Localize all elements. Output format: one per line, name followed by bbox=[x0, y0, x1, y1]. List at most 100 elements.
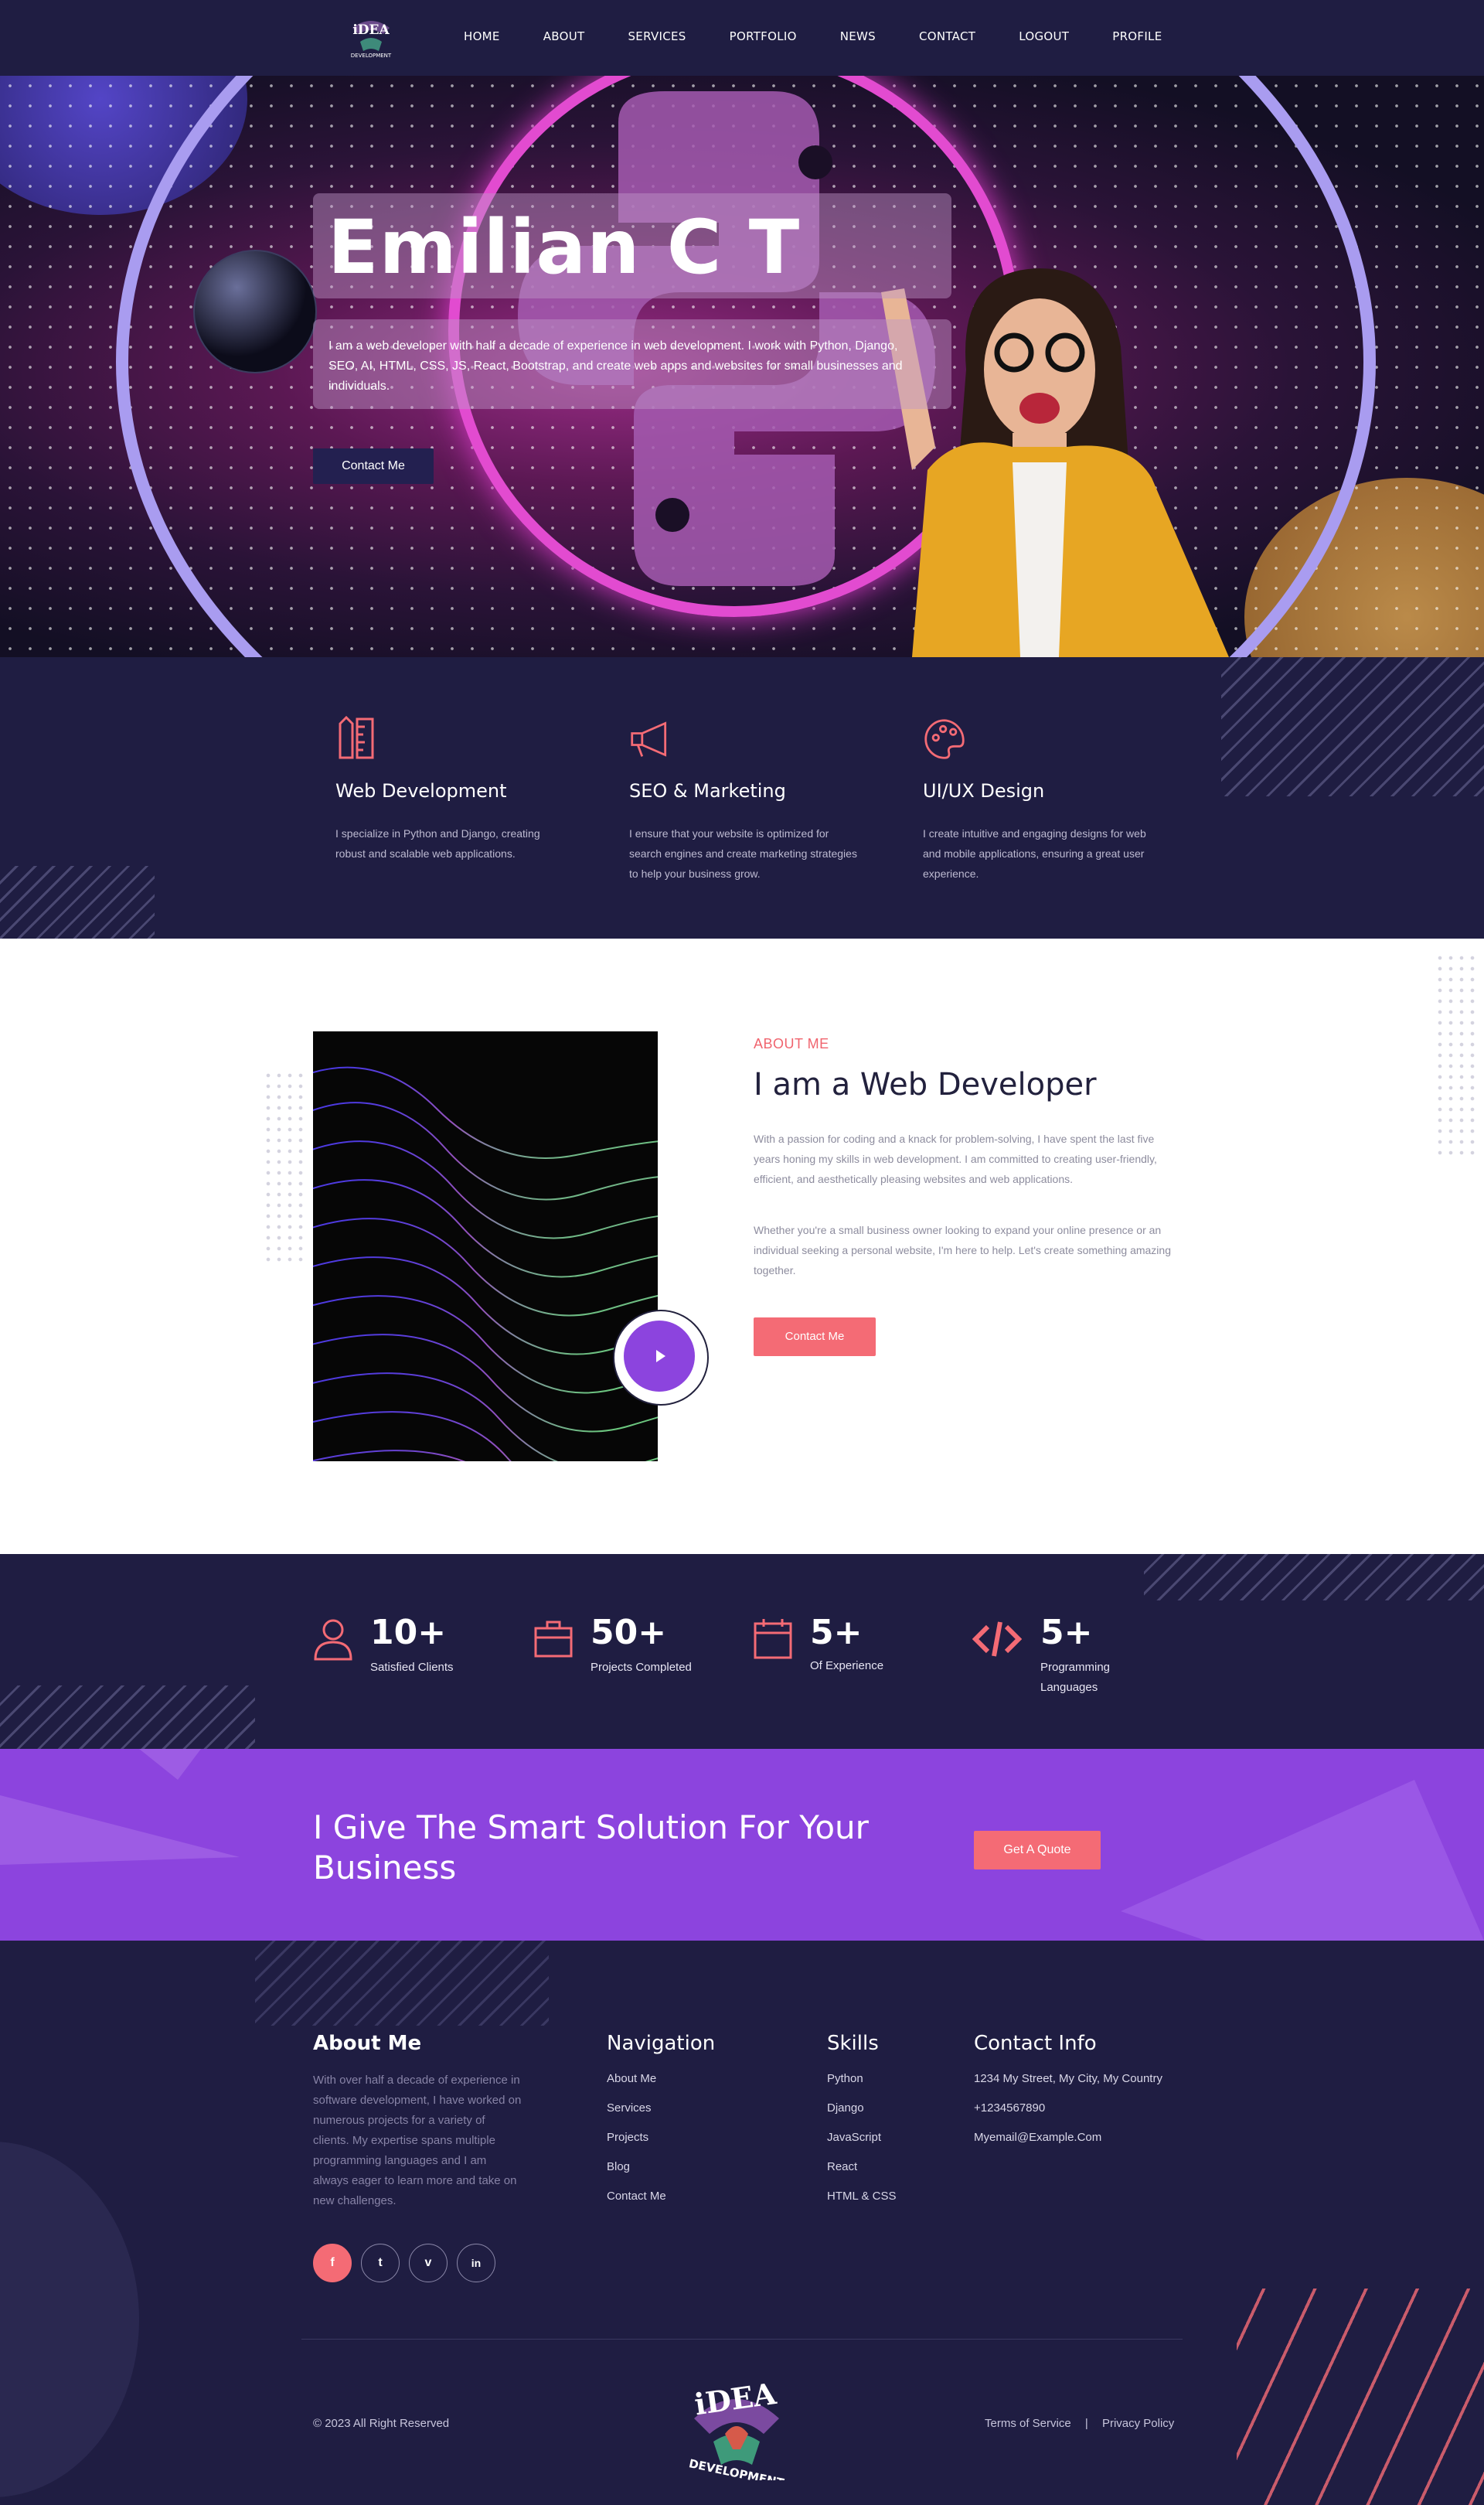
legal-separator: | bbox=[1084, 2417, 1088, 2430]
skill-item: JavaScript bbox=[827, 2131, 882, 2144]
footer-divider bbox=[301, 2339, 1183, 2340]
nav-about[interactable]: ABOUT bbox=[543, 29, 585, 43]
about-paragraph: Whether you're a small business owner lo… bbox=[754, 1224, 1171, 1276]
stat-number: 5+ bbox=[1040, 1613, 1093, 1652]
nav-home[interactable]: HOME bbox=[464, 29, 500, 43]
footer-circle-decoration bbox=[0, 2142, 139, 2497]
privacy-link[interactable]: Privacy Policy bbox=[1102, 2417, 1174, 2430]
calendar-icon bbox=[754, 1619, 792, 1659]
nav-services[interactable]: SERVICES bbox=[628, 29, 686, 43]
briefcase-icon bbox=[534, 1621, 573, 1658]
code-icon bbox=[972, 1621, 1023, 1657]
skill-item: Django bbox=[827, 2101, 864, 2115]
service-description: I specialize in Python and Django, creat… bbox=[335, 827, 540, 860]
skill-item: React bbox=[827, 2160, 858, 2173]
palette-icon bbox=[924, 719, 965, 759]
footer-brush-decoration bbox=[1237, 2289, 1484, 2505]
linkedin-icon[interactable]: in bbox=[457, 2244, 495, 2282]
nav-profile[interactable]: PROFILE bbox=[1112, 29, 1162, 43]
contact-address: 1234 My Street, My City, My Country bbox=[974, 2072, 1162, 2085]
footer-nav-links: About Me Services Projects Blog Contact … bbox=[607, 2072, 666, 2219]
megaphone-icon bbox=[631, 721, 667, 757]
about-dot-pattern-left bbox=[263, 1070, 309, 1263]
nav-news[interactable]: NEWS bbox=[840, 29, 876, 43]
service-card: UI/UX Design I create intuitive and enga… bbox=[923, 716, 1155, 884]
service-card: SEO & Marketing I ensure that your websi… bbox=[629, 716, 861, 884]
footer-link-contact[interactable]: Contact Me bbox=[607, 2190, 666, 2219]
play-icon bbox=[656, 1350, 665, 1362]
about-dot-pattern-right bbox=[1435, 953, 1481, 1161]
service-description: I ensure that your website is optimized … bbox=[629, 827, 857, 880]
service-title: SEO & Marketing bbox=[629, 780, 786, 802]
footer-link-about[interactable]: About Me bbox=[607, 2072, 666, 2101]
top-navbar: iDEA DEVELOPMENT HOME ABOUT SERVICES POR… bbox=[0, 0, 1484, 76]
cta-banner: I Give The Smart Solution For Your Busin… bbox=[0, 1749, 1484, 1941]
footer: About Me With over half a decade of expe… bbox=[0, 1941, 1484, 2505]
footer-legal-links: Terms of Service | Privacy Policy bbox=[985, 2417, 1174, 2430]
about-contact-button[interactable]: Contact Me bbox=[754, 1317, 876, 1356]
stats-section: 10+ Satisfied Clients 50+ Projects Compl… bbox=[0, 1554, 1484, 1749]
stats-stripe-decoration bbox=[1144, 1554, 1484, 1600]
services-section: Web Development I specialize in Python a… bbox=[0, 657, 1484, 939]
hero-bubble-decoration bbox=[193, 250, 317, 373]
svg-text:iDEA: iDEA bbox=[352, 22, 390, 38]
footer-link-services[interactable]: Services bbox=[607, 2101, 666, 2131]
footer-contact-heading: Contact Info bbox=[974, 2032, 1097, 2055]
stat-number: 10+ bbox=[370, 1613, 447, 1652]
skill-item: HTML & CSS bbox=[827, 2190, 897, 2203]
hero-description: I am a web developer with half a decade … bbox=[328, 339, 903, 393]
footer-contact-info: 1234 My Street, My City, My Country +123… bbox=[974, 2072, 1162, 2160]
footer-stripe-decoration bbox=[255, 1941, 549, 2026]
facebook-icon[interactable]: f bbox=[313, 2244, 352, 2282]
service-card: Web Development I specialize in Python a… bbox=[335, 715, 567, 864]
service-title: UI/UX Design bbox=[923, 780, 1045, 802]
footer-skills-heading: Skills bbox=[827, 2032, 879, 2055]
vimeo-icon[interactable]: v bbox=[409, 2244, 448, 2282]
stat-item: 5+ Of Experience bbox=[753, 1613, 883, 1672]
about-label: ABOUT ME bbox=[754, 1036, 829, 1051]
service-title: Web Development bbox=[335, 780, 507, 802]
about-image bbox=[313, 1031, 658, 1461]
stats-stripe-decoration-left bbox=[0, 1685, 255, 1749]
footer-about-heading: About Me bbox=[313, 2032, 422, 2055]
user-icon bbox=[314, 1619, 352, 1661]
about-title: I am a Web Developer bbox=[754, 1067, 1097, 1103]
stat-number: 5+ bbox=[810, 1613, 863, 1652]
svg-text:DEVELOPMENT: DEVELOPMENT bbox=[351, 53, 392, 59]
stat-label: Projects Completed bbox=[591, 1661, 692, 1674]
about-section: ABOUT ME I am a Web Developer With a pas… bbox=[0, 939, 1484, 1554]
footer-nav-heading: Navigation bbox=[607, 2032, 716, 2055]
footer-link-projects[interactable]: Projects bbox=[607, 2131, 666, 2160]
video-play-button[interactable] bbox=[624, 1321, 695, 1392]
footer-logo[interactable]: iDEA DEVELOPMENT bbox=[679, 2364, 795, 2480]
footer-skills-list: Python Django JavaScript React HTML & CS… bbox=[827, 2072, 896, 2219]
stat-number: 50+ bbox=[591, 1613, 667, 1652]
stat-item: 5+ Programming Languages bbox=[972, 1613, 1110, 1694]
stat-item: 50+ Projects Completed bbox=[533, 1613, 692, 1674]
copyright-text: © 2023 All Right Reserved bbox=[313, 2417, 450, 2430]
get-quote-button[interactable]: Get A Quote bbox=[974, 1831, 1101, 1869]
cta-title: I Give The Smart Solution For Your Busin… bbox=[313, 1808, 869, 1886]
footer-link-blog[interactable]: Blog bbox=[607, 2160, 666, 2190]
stat-label: Of Experience bbox=[810, 1659, 884, 1672]
about-paragraph: With a passion for coding and a knack fo… bbox=[754, 1133, 1157, 1185]
stat-label: Programming Languages bbox=[1040, 1661, 1111, 1694]
contact-phone[interactable]: +1234567890 bbox=[974, 2101, 1162, 2131]
nav-logout[interactable]: LOGOUT bbox=[1019, 29, 1069, 43]
site-logo[interactable]: iDEA DEVELOPMENT bbox=[345, 11, 397, 63]
nav-portfolio[interactable]: PORTFOLIO bbox=[730, 29, 797, 43]
service-description: I create intuitive and engaging designs … bbox=[923, 827, 1146, 880]
stat-item: 10+ Satisfied Clients bbox=[313, 1613, 454, 1674]
nav-contact[interactable]: CONTACT bbox=[919, 29, 975, 43]
skill-item: Python bbox=[827, 2072, 863, 2085]
stat-label: Satisfied Clients bbox=[370, 1661, 454, 1674]
terms-link[interactable]: Terms of Service bbox=[985, 2417, 1071, 2430]
main-menu: HOME ABOUT SERVICES PORTFOLIO NEWS CONTA… bbox=[464, 29, 1206, 43]
twitter-icon[interactable]: t bbox=[361, 2244, 400, 2282]
services-stripe-decoration-left bbox=[0, 866, 155, 939]
contact-email[interactable]: Myemail@Example.Com bbox=[974, 2131, 1162, 2160]
hero-section: Emilian C T I am a web developer with ha… bbox=[0, 76, 1484, 657]
hero-title: Emilian C T bbox=[328, 204, 801, 291]
hero-contact-button[interactable]: Contact Me bbox=[313, 448, 434, 484]
services-stripe-decoration bbox=[1221, 657, 1484, 796]
